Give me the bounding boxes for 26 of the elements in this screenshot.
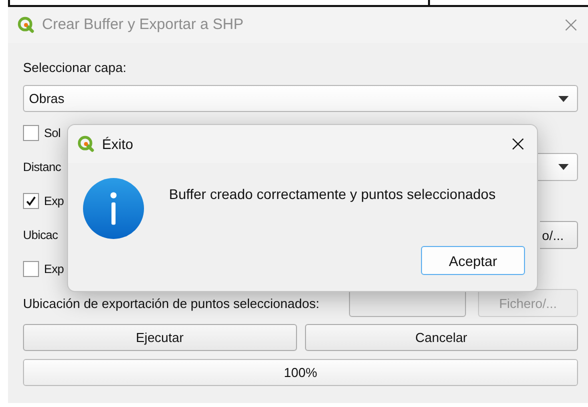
window-title: Crear Buffer y Exportar a SHP xyxy=(42,16,244,33)
checkbox-label: Sol xyxy=(44,126,60,140)
close-icon[interactable] xyxy=(511,137,525,151)
dialog-message: Buffer creado correctamente y puntos seleccionados xyxy=(169,186,496,202)
action-button[interactable]: Cancelar xyxy=(304,324,578,351)
browse-button[interactable]: o/... xyxy=(540,221,578,249)
checkbox[interactable] xyxy=(23,261,39,277)
field-label: Distanc xyxy=(23,160,61,174)
dropdown-arrow-icon xyxy=(558,96,569,102)
field-label: Ubicación de exportación de puntos seleccionados: xyxy=(23,296,320,310)
distance-dropdown[interactable] xyxy=(538,153,578,181)
checkbox-label: Exp xyxy=(44,262,64,276)
checkbox[interactable] xyxy=(23,193,39,209)
field-label: Ubicac xyxy=(23,228,58,242)
ring-logo-icon xyxy=(17,16,35,34)
checkbox-label: Exp xyxy=(44,194,64,208)
info-icon xyxy=(83,178,144,239)
action-button[interactable]: Ejecutar xyxy=(23,324,296,351)
dialog-title: Éxito xyxy=(102,136,134,152)
ring-logo-icon xyxy=(77,135,95,153)
accept-button[interactable]: Aceptar xyxy=(421,246,525,275)
field-label: Seleccionar capa: xyxy=(23,60,126,74)
layer-dropdown[interactable]: Obras xyxy=(23,85,578,112)
progress-text: 100% xyxy=(284,365,318,380)
checkbox[interactable] xyxy=(23,125,39,141)
dropdown-arrow-icon xyxy=(558,164,569,170)
